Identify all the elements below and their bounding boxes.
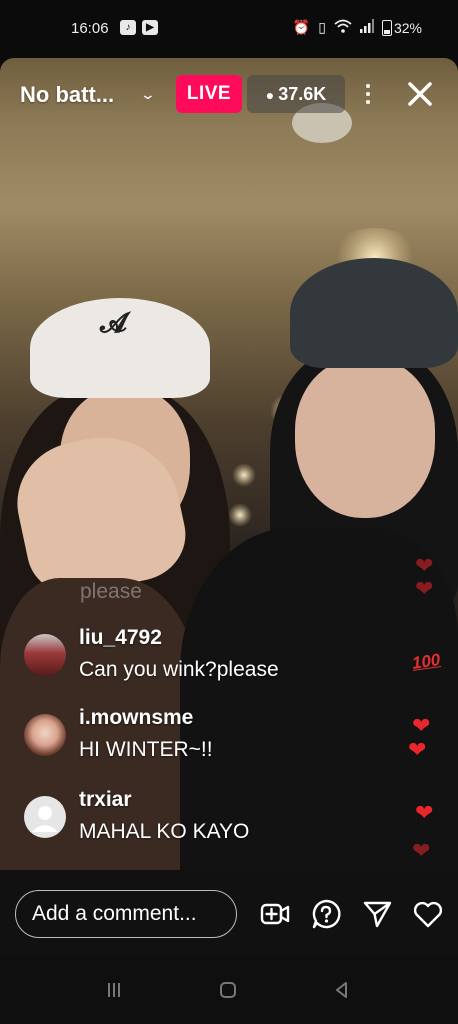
heart-reaction-icon: ❤: [412, 713, 431, 738]
heart-reaction-icon: ❤: [408, 737, 427, 762]
battery-percent: 32%: [393, 19, 422, 36]
comment-username[interactable]: liu_4792: [79, 626, 162, 650]
live-composer-bar: Add a comment...: [0, 870, 458, 956]
status-icons: ⏰ ▯ 32%: [293, 19, 422, 36]
status-time: 16:06: [71, 20, 109, 37]
comment-text: Can you wink?please: [79, 658, 279, 681]
add-guest-video-icon[interactable]: [259, 898, 291, 930]
viewer-count[interactable]: ● 37.6K: [247, 75, 345, 113]
heart-reaction-icon: ❤: [415, 576, 434, 601]
comment-item[interactable]: i.mownsme HI WINTER~!!: [24, 706, 404, 772]
alarm-icon: ⏰: [292, 19, 311, 35]
comment-username[interactable]: trxiar: [79, 788, 132, 812]
youtube-icon: ▶: [142, 20, 158, 35]
heart-reaction-icon: ❤: [412, 838, 431, 863]
hundred-emoji-icon: 100: [410, 650, 442, 673]
question-icon[interactable]: [310, 898, 342, 930]
live-badge: LIVE: [176, 75, 242, 113]
ceiling-light: [228, 503, 252, 527]
system-navigation-bar: [0, 956, 458, 1024]
default-avatar-icon: [32, 806, 58, 832]
stream-title[interactable]: No batt...: [20, 82, 114, 108]
heart-reaction-icon: ❤: [415, 800, 434, 825]
heart-like-icon[interactable]: [412, 898, 444, 930]
home-icon[interactable]: [216, 978, 240, 1002]
comment-text: MAHAL KO KAYO: [79, 820, 250, 843]
comment-item[interactable]: liu_4792 Can you wink?please: [24, 626, 404, 692]
close-icon[interactable]: [404, 78, 436, 110]
battery-icon: [381, 19, 392, 36]
chevron-down-icon[interactable]: ⌄: [140, 86, 156, 103]
viewer-count-label: 37.6K: [278, 84, 327, 104]
status-bar: 16:06 ♪ ▶ ⏰ ▯ 32%: [0, 0, 458, 58]
avatar[interactable]: [24, 634, 66, 676]
fading-comment: please: [80, 580, 142, 603]
comment-text: HI WINTER~!!: [79, 738, 213, 761]
eye-icon: ●: [265, 87, 275, 103]
comment-item[interactable]: trxiar MAHAL KO KAYO: [24, 788, 404, 854]
instagram-live-screen: 16:06 ♪ ▶ ⏰ ▯ 32% 𝓐 No batt... ⌄ LIVE ● …: [0, 0, 458, 1024]
back-icon[interactable]: [330, 978, 354, 1002]
signal-icon: [359, 19, 374, 36]
live-header: No batt... ⌄ LIVE ● 37.6K: [0, 72, 458, 118]
vibrate-icon: ▯: [318, 19, 326, 35]
avatar[interactable]: [24, 796, 66, 838]
recents-icon[interactable]: [102, 978, 126, 1002]
tiktok-icon: ♪: [120, 20, 136, 35]
more-options-icon[interactable]: [360, 80, 376, 108]
send-icon[interactable]: [361, 898, 393, 930]
avatar[interactable]: [24, 714, 66, 756]
ceiling-light: [232, 463, 256, 487]
heart-reaction-icon: ❤: [415, 553, 434, 578]
comment-username[interactable]: i.mownsme: [79, 706, 193, 730]
wifi-icon: [334, 19, 352, 36]
comment-input[interactable]: Add a comment...: [15, 890, 237, 938]
